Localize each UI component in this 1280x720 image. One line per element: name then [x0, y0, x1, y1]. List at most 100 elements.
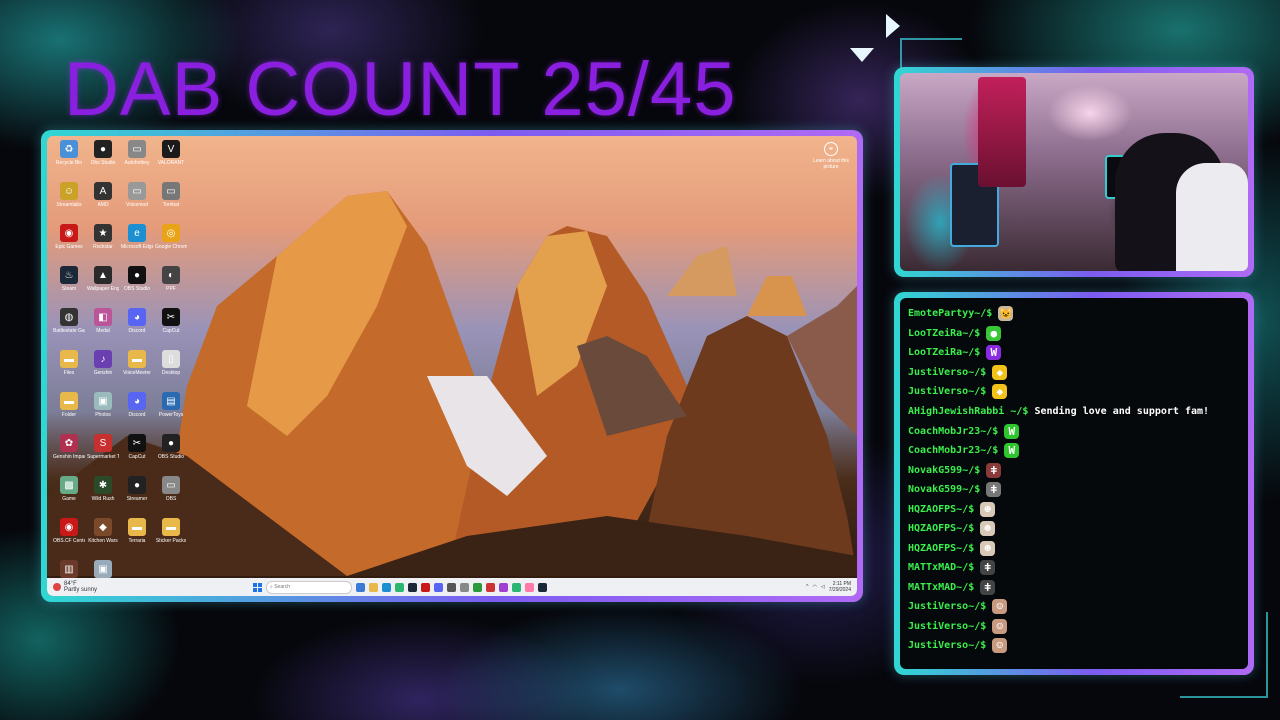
desktop-icon[interactable]: ● OBS Studio	[121, 266, 153, 308]
chat-username[interactable]: CoachMobJr23	[908, 422, 980, 442]
taskbar-app-icon[interactable]	[369, 582, 378, 592]
desktop-icon[interactable]: ◕ Discord	[121, 392, 153, 434]
desktop-icon[interactable]: ▭ OBS	[155, 476, 187, 518]
desktop-icon-label: Genshin Impact	[53, 454, 85, 460]
desktop-icon[interactable]: ▩ Game	[53, 476, 85, 518]
desktop-icon[interactable]: ◉ Epic Games	[53, 224, 85, 266]
desktop-icon[interactable]: e Microsoft Edge	[121, 224, 153, 266]
system-tray: ^ ◠ ◁ 2:11 PM 7/29/2024	[806, 581, 851, 593]
desktop-icon-label: Rockstar	[93, 244, 113, 250]
chat-panel: EmotePartyy ~/$ 😺 LooTZeiRa ~/$ ● LooTZeiRa …	[900, 298, 1248, 669]
taskbar-app-icon[interactable]	[395, 582, 404, 592]
chat-username[interactable]: JustiVerso	[908, 617, 968, 637]
desktop-icon[interactable]: ♻ Recycle Bin	[53, 140, 85, 182]
chat-username[interactable]: LooTZeiRa	[908, 343, 962, 363]
desktop-icon-label: Discord	[128, 328, 146, 334]
recycle-bin-icon: ♻	[60, 140, 78, 158]
desktop-icon[interactable]: ✿ Genshin Impact	[53, 434, 85, 476]
desktop-icon[interactable]: ☺ Streamlabs	[53, 182, 85, 224]
taskbar-app-icon[interactable]	[408, 582, 417, 592]
volume-icon[interactable]: ◁	[821, 584, 825, 590]
desktop-icon[interactable]: ● Streamer	[121, 476, 153, 518]
desktop-icon[interactable]: ▭ Autohotkey	[121, 140, 153, 182]
chat-username[interactable]: NovakG599	[908, 461, 962, 481]
desktop-icon[interactable]: ✱ Wild Rush	[87, 476, 119, 518]
desktop-icon[interactable]: ◉ OBS.CF Center	[53, 518, 85, 560]
desktop-icon[interactable]: S Supermarket Together	[87, 434, 119, 476]
taskbar-app-icon[interactable]	[525, 582, 534, 592]
chat-username[interactable]: MATTxMAD	[908, 578, 956, 598]
chat-username[interactable]: AHighJewishRabbi	[908, 406, 1004, 417]
desktop-icon[interactable]: ◧ Medal	[87, 308, 119, 350]
chat-username[interactable]: LooTZeiRa	[908, 324, 962, 344]
desktop-icon[interactable]: A AMD	[87, 182, 119, 224]
app-icon: ▩	[60, 476, 78, 494]
chat-text: Sending love and support fam!	[1034, 405, 1210, 417]
taskbar-search[interactable]: ⌕ Search	[266, 580, 352, 594]
chat-username[interactable]: EmotePartyy	[908, 304, 974, 324]
desktop-icon[interactable]: V VALORANT	[155, 140, 187, 182]
chat-username[interactable]: HQZAOFPS	[908, 500, 956, 520]
chat-username[interactable]: JustiVerso	[908, 382, 968, 402]
desktop-icon[interactable]: ▬ Terraria	[121, 518, 153, 560]
desktop-icon[interactable]: ♨ Steam	[53, 266, 85, 308]
taskbar-app-icon[interactable]	[434, 582, 443, 592]
chat-username[interactable]: NovakG599	[908, 480, 962, 500]
desktop-icon[interactable]: ✂ CapCut	[121, 434, 153, 476]
desktop-icon[interactable]: ▲ Wallpaper Engine	[87, 266, 119, 308]
desktop-icon[interactable]: ✂ CapCut	[155, 308, 187, 350]
desktop-icon[interactable]: ▬ Folder	[53, 392, 85, 434]
desktop-icon[interactable]: ▭ Voicemod	[121, 182, 153, 224]
chat-message: NovakG599 ~/$ ǂ	[908, 480, 1240, 500]
chat-message: LooTZeiRa ~/$ W	[908, 343, 1240, 363]
desktop-icon[interactable]: ◎ Google Chrome	[155, 224, 187, 266]
taskbar-app-icon[interactable]	[538, 582, 547, 592]
chat-message: EmotePartyy ~/$ 😺	[908, 304, 1240, 324]
desktop-icon[interactable]: ▬ Files	[53, 350, 85, 392]
desktop-icon[interactable]: ▬ Sticker Packs	[155, 518, 187, 560]
taskbar-app-icon[interactable]	[486, 582, 495, 592]
chat-username[interactable]: MATTxMAD	[908, 558, 956, 578]
chat-username[interactable]: JustiVerso	[908, 597, 968, 617]
chat-username[interactable]: HQZAOFPS	[908, 539, 956, 559]
desktop-icon[interactable]: ◐ PPF	[155, 266, 187, 308]
taskbar-app-icon[interactable]	[473, 582, 482, 592]
desktop-icon[interactable]: ▭ Tombat	[155, 182, 187, 224]
amd-icon: A	[94, 182, 112, 200]
desktop-icon[interactable]: ★ Rockstar	[87, 224, 119, 266]
desktop-icon[interactable]: ♪ Genshin	[87, 350, 119, 392]
desktop-icon[interactable]: ◍ Battlestate Games	[53, 308, 85, 350]
taskbar-app-icon[interactable]	[382, 582, 391, 592]
wifi-icon[interactable]: ◠	[813, 584, 817, 590]
chat-username[interactable]: JustiVerso	[908, 363, 968, 383]
taskbar-app-icon[interactable]	[499, 582, 508, 592]
desktop-icon-label: Steam	[61, 286, 77, 292]
discord-icon: ◕	[128, 392, 146, 410]
learn-about-picture[interactable]: ⌖ Learn about this picture	[813, 142, 849, 170]
taskbar-app-icon[interactable]	[512, 582, 521, 592]
desktop-icon[interactable]: ● Obs Studio	[87, 140, 119, 182]
taskbar-app-icon[interactable]	[460, 582, 469, 592]
taskbar-app-icon[interactable]	[421, 582, 430, 592]
desktop-icon[interactable]: ▤ PowerToys	[155, 392, 187, 434]
desktop-icon[interactable]: ◕ Discord	[121, 308, 153, 350]
dab-count-title: DAB COUNT 25/45	[64, 47, 737, 132]
desktop-icon-label: Sticker Packs	[155, 538, 187, 544]
start-icon[interactable]	[253, 582, 262, 592]
taskbar-app-icon[interactable]	[356, 582, 365, 592]
chat-username[interactable]: JustiVerso	[908, 636, 968, 656]
desktop-icon[interactable]: ● OBS Studio	[155, 434, 187, 476]
desktop-icon-label: Photos	[95, 412, 111, 418]
weather-widget[interactable]: 84°F Partly sunny	[53, 581, 173, 593]
desktop-icon-label: PPF	[166, 286, 176, 292]
desktop-icon[interactable]: ▬ VoiceMeeter	[121, 350, 153, 392]
chat-username[interactable]: HQZAOFPS	[908, 519, 956, 539]
chevron-up-icon[interactable]: ^	[806, 584, 808, 590]
taskbar-app-icon[interactable]	[447, 582, 456, 592]
desktop-icon-label: Tombat	[162, 202, 180, 208]
clock[interactable]: 2:11 PM 7/29/2024	[829, 581, 851, 593]
desktop-icon[interactable]: ▯ Desktop	[155, 350, 187, 392]
desktop-icon[interactable]: ◆ Kitchen Wars	[87, 518, 119, 560]
chat-username[interactable]: CoachMobJr23	[908, 441, 980, 461]
desktop-icon[interactable]: ▣ Photos	[87, 392, 119, 434]
